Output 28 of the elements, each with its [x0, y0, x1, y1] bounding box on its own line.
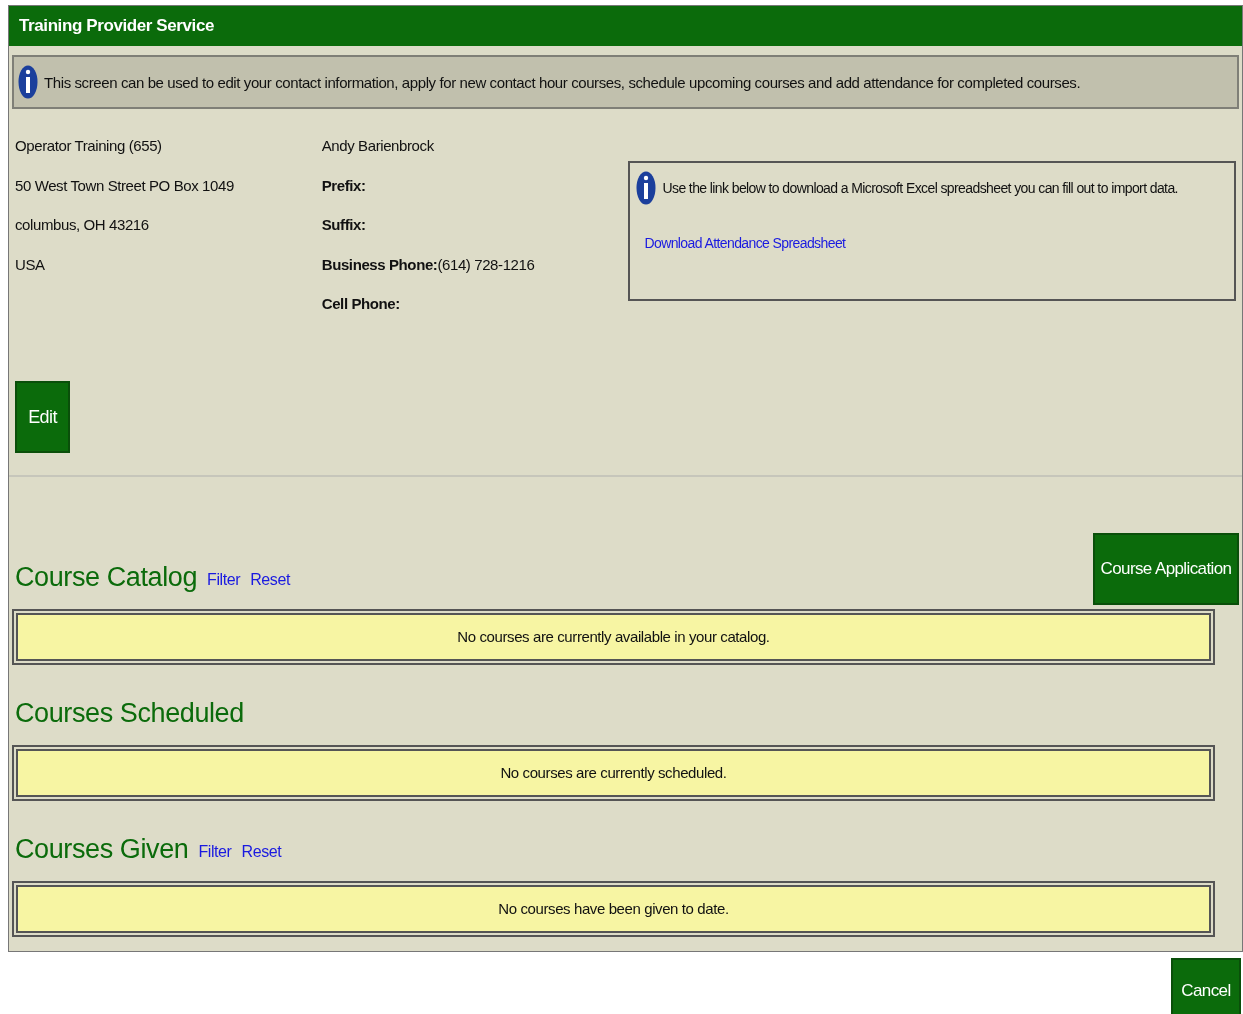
address-line: Operator Training (655) — [15, 136, 163, 156]
empty-message: No courses have been given to date. — [16, 885, 1211, 933]
info-icon — [18, 65, 38, 99]
info-text: This screen can be used to edit your contact information, apply for new contact hour courses, schedule upcoming courses and add attendance for completed courses. — [44, 73, 1081, 91]
address-line: 50 West Town Street PO Box 1049 — [15, 175, 235, 196]
empty-message: No courses are currently scheduled. — [16, 749, 1211, 797]
contact-name: Andy Barienbrock — [321, 136, 435, 156]
section-link[interactable]: Filter — [207, 571, 241, 593]
section-title: Course Catalog — [15, 562, 197, 593]
download-text: Use the link below to download a Microsoft Excel spreadsheet you can fill out to import data. — [662, 180, 1178, 196]
edit-button[interactable]: Edit — [15, 381, 70, 453]
download-link[interactable]: Download Attendance Spreadsheet — [644, 235, 846, 251]
section-title: Courses Given — [15, 834, 189, 865]
address-line: columbus, OH 43216 — [15, 215, 150, 235]
contact-field: Cell Phone: — [321, 293, 629, 333]
window-title: Training Provider Service — [9, 6, 1242, 46]
section-title: Courses Scheduled — [15, 698, 244, 729]
info-icon — [636, 171, 657, 205]
section-link[interactable]: Reset — [250, 571, 290, 593]
address-line: USA — [15, 254, 46, 275]
course-application-button[interactable]: Course Application — [1093, 533, 1239, 605]
empty-message: No courses are currently available in your catalog. — [16, 613, 1211, 661]
contact-field: Business Phone:(614) 728-1216 — [321, 253, 629, 293]
cancel-button[interactable]: Cancel — [1171, 958, 1241, 1014]
section-link[interactable]: Filter — [198, 843, 232, 865]
contact-field: Suffix: — [321, 214, 629, 254]
section-link[interactable]: Reset — [241, 843, 282, 865]
contact-field: Prefix: — [321, 174, 629, 214]
